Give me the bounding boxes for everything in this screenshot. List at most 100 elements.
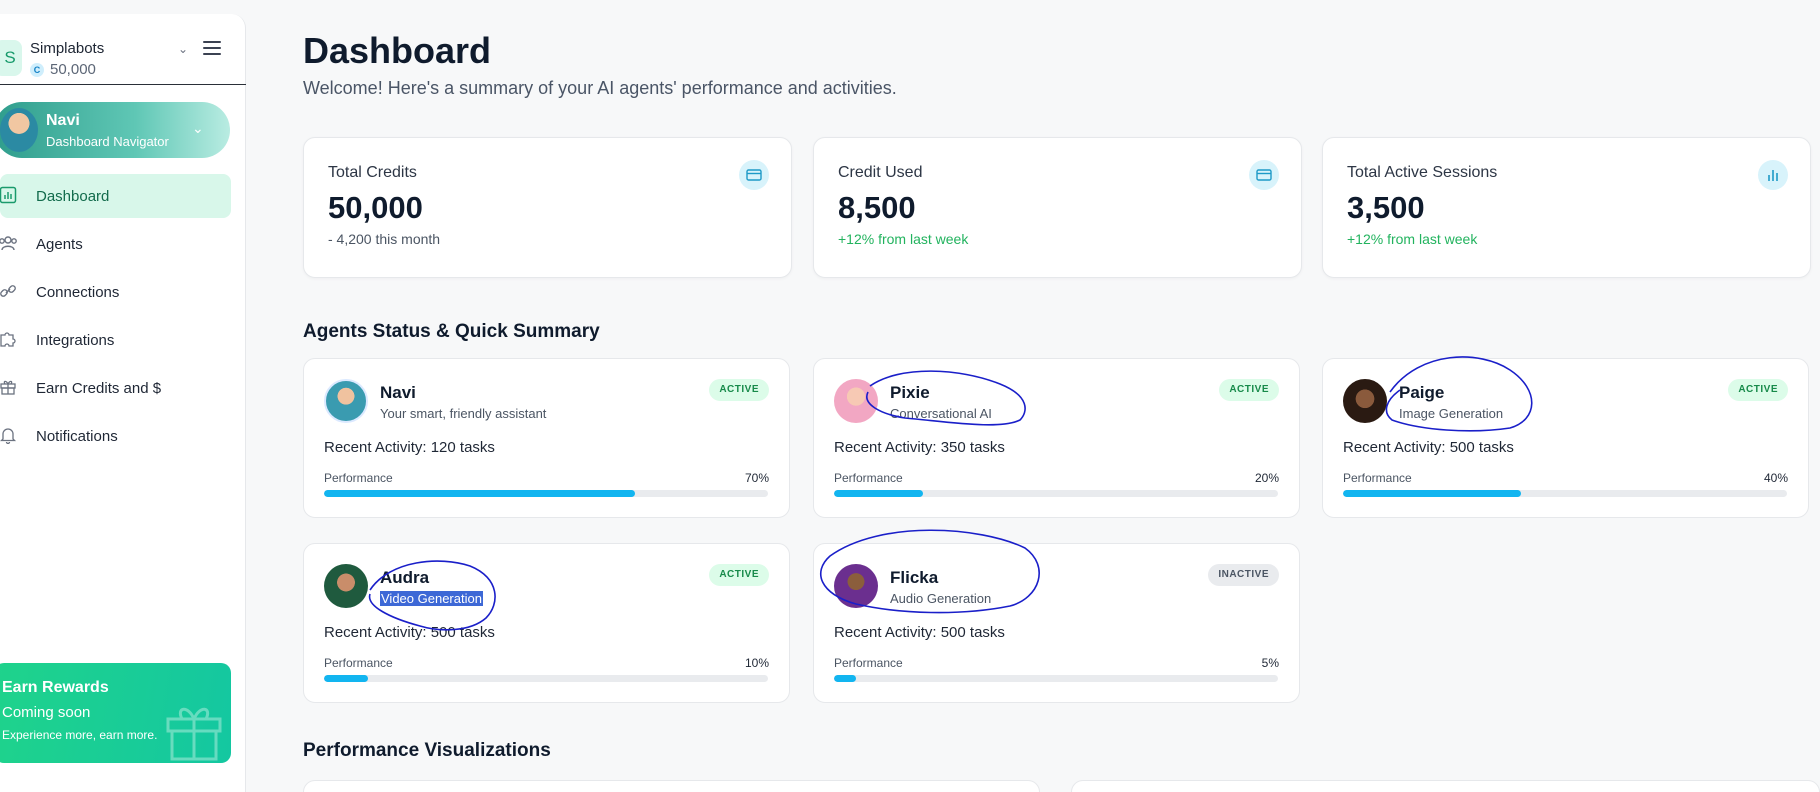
- workspace-credits: C 50,000: [30, 61, 96, 78]
- performance-bar-fill: [834, 490, 923, 497]
- rewards-description: Experience more, earn more.: [2, 728, 158, 742]
- sidebar-item-integrations[interactable]: Integrations: [0, 318, 246, 362]
- divider: [0, 84, 246, 85]
- performance-bar-fill: [834, 675, 857, 682]
- rewards-title: Earn Rewards: [2, 679, 109, 696]
- performance-bar: [834, 490, 1278, 497]
- status-badge: INACTIVE: [1208, 564, 1279, 586]
- performance-bar-fill: [1343, 490, 1521, 497]
- workspace-avatar: S: [0, 40, 22, 76]
- sidebar-item-label: Earn Credits and $: [36, 379, 162, 397]
- agent-name: Audra: [380, 568, 430, 587]
- agent-avatar: [324, 564, 368, 608]
- performance-label: Performance: [324, 656, 393, 670]
- performance-label: Performance: [834, 656, 903, 670]
- earn-rewards-card[interactable]: Earn Rewards Coming soon Experience more…: [0, 663, 231, 763]
- users-icon: [0, 234, 18, 254]
- performance-label: Performance: [834, 471, 903, 485]
- sidebar-item-connections[interactable]: Connections: [0, 270, 246, 314]
- stat-value: 50,000: [328, 190, 423, 225]
- navigator-card[interactable]: Navi Dashboard Navigator ⌄: [0, 102, 230, 158]
- gift-icon: [166, 707, 222, 761]
- agent-name: Navi: [380, 383, 416, 402]
- stat-note: +12% from last week: [838, 231, 969, 247]
- agent-card-audra[interactable]: Audra Video Generation ACTIVE Recent Act…: [303, 543, 790, 703]
- performance-value: 70%: [744, 471, 769, 485]
- agent-role: Image Generation: [1399, 406, 1504, 421]
- sidebar: S Simplabots C 50,000 ⌄ Navi Dashboard N…: [0, 14, 246, 792]
- page-subtitle: Welcome! Here's a summary of your AI age…: [303, 78, 897, 98]
- chevron-down-icon[interactable]: ⌄: [192, 120, 204, 137]
- chevron-down-icon[interactable]: ⌄: [178, 42, 188, 56]
- agent-card-navi[interactable]: Navi Your smart, friendly assistant ACTI…: [303, 358, 790, 518]
- agent-card-paige[interactable]: Paige Image Generation ACTIVE Recent Act…: [1322, 358, 1809, 518]
- visualization-card: [1071, 780, 1820, 792]
- bar-chart-icon: [1758, 160, 1788, 190]
- performance-bar-fill: [324, 490, 635, 497]
- agent-avatar: [324, 379, 368, 423]
- performance-value: 5%: [1261, 656, 1279, 670]
- stat-value: 3,500: [1347, 190, 1425, 225]
- sidebar-item-label: Dashboard: [36, 187, 110, 205]
- performance-value: 40%: [1763, 471, 1788, 485]
- workspace-name: Simplabots: [30, 40, 105, 57]
- page-title: Dashboard: [303, 30, 492, 71]
- stat-label: Total Credits: [328, 164, 417, 181]
- performance-label: Performance: [324, 471, 393, 485]
- stat-label: Credit Used: [838, 164, 923, 181]
- credit-card-icon: [739, 160, 769, 190]
- stat-card-total-credits: Total Credits 50,000 - 4,200 this month: [303, 137, 792, 278]
- stat-note: +12% from last week: [1347, 231, 1478, 247]
- agent-activity: Recent Activity: 500 tasks: [834, 624, 1005, 641]
- workspace-switcher[interactable]: S Simplabots C 50,000 ⌄: [0, 26, 246, 84]
- status-badge: ACTIVE: [1219, 379, 1279, 401]
- agent-avatar: [834, 379, 878, 423]
- navigator-name: Navi: [46, 112, 80, 129]
- agent-activity: Recent Activity: 500 tasks: [324, 624, 495, 641]
- agent-name: Flicka: [890, 568, 939, 587]
- puzzle-icon: [0, 330, 18, 350]
- agent-role: Video Generation: [380, 591, 483, 606]
- menu-icon[interactable]: [203, 41, 221, 55]
- navi-avatar: [0, 108, 38, 152]
- agent-card-flicka[interactable]: Flicka Audio Generation INACTIVE Recent …: [813, 543, 1300, 703]
- agent-role: Conversational AI: [890, 406, 992, 421]
- agent-name: Pixie: [890, 383, 930, 402]
- bar-chart-icon: [0, 186, 18, 206]
- stat-card-active-sessions: Total Active Sessions 3,500 +12% from la…: [1322, 137, 1811, 278]
- sidebar-item-agents[interactable]: Agents: [0, 222, 246, 266]
- stat-label: Total Active Sessions: [1347, 164, 1498, 181]
- performance-bar: [1343, 490, 1787, 497]
- navigator-subtitle: Dashboard Navigator: [46, 134, 169, 149]
- agent-role: Your smart, friendly assistant: [380, 406, 547, 421]
- status-badge: ACTIVE: [1728, 379, 1788, 401]
- rewards-subtitle: Coming soon: [2, 704, 91, 721]
- workspace-credit-value: 50,000: [50, 61, 96, 78]
- sidebar-item-earn-credits[interactable]: Earn Credits and $: [0, 366, 246, 410]
- stat-value: 8,500: [838, 190, 916, 225]
- agents-section-title: Agents Status & Quick Summary: [303, 321, 600, 342]
- bell-icon: [0, 426, 18, 446]
- visualizations-section-title: Performance Visualizations: [303, 740, 551, 761]
- sidebar-item-label: Notifications: [36, 427, 118, 445]
- visualization-card: [303, 780, 1040, 792]
- coin-icon: C: [30, 62, 44, 77]
- sidebar-item-label: Connections: [36, 283, 120, 301]
- performance-bar-fill: [324, 675, 369, 682]
- performance-bar: [834, 675, 1278, 682]
- stat-card-credit-used: Credit Used 8,500 +12% from last week: [813, 137, 1302, 278]
- agent-card-pixie[interactable]: Pixie Conversational AI ACTIVE Recent Ac…: [813, 358, 1300, 518]
- agent-name: Paige: [1399, 383, 1445, 402]
- status-badge: ACTIVE: [709, 564, 769, 586]
- agent-role: Audio Generation: [890, 591, 992, 606]
- agent-activity: Recent Activity: 500 tasks: [1343, 439, 1514, 456]
- sidebar-item-label: Agents: [36, 235, 83, 253]
- agent-activity: Recent Activity: 350 tasks: [834, 439, 1005, 456]
- credit-card-icon: [1249, 160, 1279, 190]
- sidebar-item-notifications[interactable]: Notifications: [0, 414, 246, 458]
- sidebar-item-label: Integrations: [36, 331, 115, 349]
- performance-value: 10%: [744, 656, 769, 670]
- status-badge: ACTIVE: [709, 379, 769, 401]
- sidebar-item-dashboard[interactable]: Dashboard: [0, 174, 231, 218]
- stat-note: - 4,200 this month: [328, 231, 441, 247]
